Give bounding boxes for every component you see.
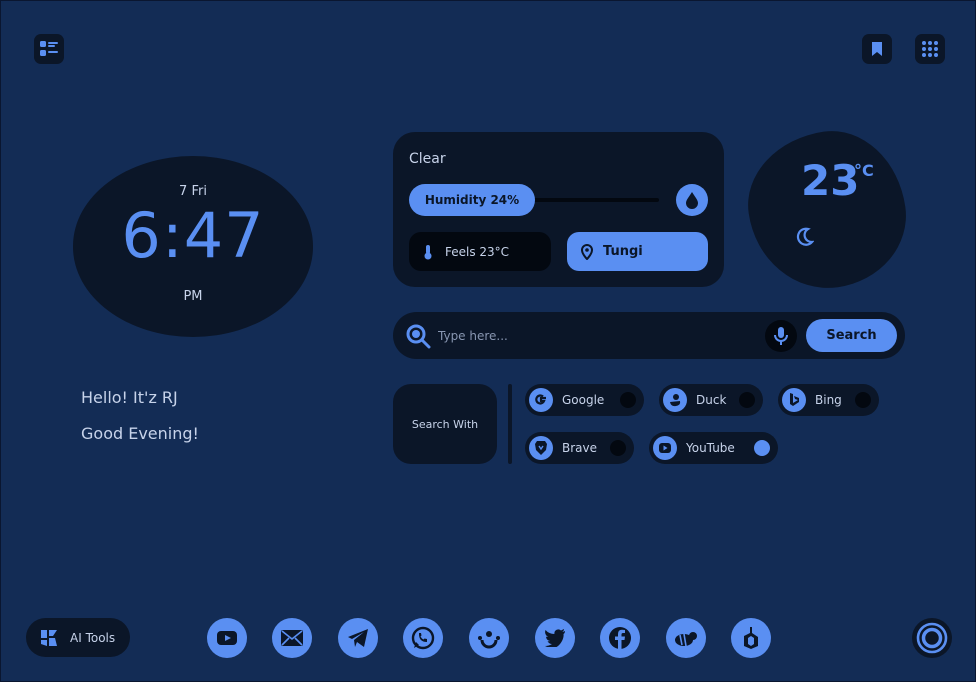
assistant-button[interactable] [912,618,952,658]
mail-icon[interactable] [272,618,312,658]
engine-radio-selected[interactable] [754,440,770,456]
water-drop-icon [676,184,708,216]
engine-label: Bing [815,393,842,407]
engine-radio[interactable] [739,392,755,408]
todo-list-icon[interactable] [34,34,64,64]
duck-icon [663,388,687,412]
humidity-track [533,198,659,202]
smile-icon[interactable] [469,618,509,658]
google-icon [529,388,553,412]
engine-radio[interactable] [620,392,636,408]
youtube-icon[interactable] [207,618,247,658]
facebook-icon[interactable] [600,618,640,658]
engine-radio[interactable] [855,392,871,408]
engine-label: Google [562,393,605,407]
bee-icon[interactable] [666,618,706,658]
search-button[interactable]: Search [806,319,897,352]
engine-label: Duck [696,393,727,407]
location-name: Tungi [603,244,643,259]
clock-time: 6:47 [121,199,265,272]
telegram-icon[interactable] [338,618,378,658]
bolt-icon[interactable] [731,618,771,658]
moon-icon [796,227,815,251]
location-pin-icon [581,243,593,260]
ai-tools-icon [38,627,60,649]
search-icon [405,323,431,349]
greeting-name: Hello! It'z RJ [81,388,178,407]
divider [508,384,512,464]
clock-widget: 7 Fri 6:47 PM [73,156,313,337]
thermometer-icon [423,244,433,260]
search-with-label: Search With [393,384,497,464]
engine-option-duck[interactable]: Duck [659,384,763,416]
ai-tools-label: AI Tools [70,630,116,645]
location-chip[interactable]: Tungi [567,232,708,271]
clock-date: 7 Fri [179,184,207,199]
twitter-icon[interactable] [535,618,575,658]
youtube-icon [653,436,677,460]
bookmark-icon[interactable] [862,34,892,64]
whatsapp-icon[interactable] [403,618,443,658]
engine-label: Brave [562,441,598,455]
engine-radio[interactable] [610,440,626,456]
search-input[interactable] [438,324,758,348]
engine-option-youtube[interactable]: YouTube [649,432,778,464]
engine-label: YouTube [686,441,735,455]
apps-grid-icon[interactable] [915,34,945,64]
bing-icon [782,388,806,412]
weather-condition: Clear [409,151,446,167]
search-bar: Search [393,312,905,359]
weather-card: Clear Humidity 24% Feels 23°C Tungi [393,132,724,287]
engine-option-bing[interactable]: Bing [778,384,879,416]
humidity-bar: Humidity 24% [409,184,535,216]
engine-option-google[interactable]: Google [525,384,644,416]
feels-like-text: Feels 23°C [445,244,510,259]
temperature-widget [738,121,916,299]
greeting-time: Good Evening! [81,424,199,443]
temperature-value: 23 [801,156,860,205]
clock-ampm: PM [183,289,203,304]
feels-like-chip: Feels 23°C [409,232,551,271]
brave-icon [529,436,553,460]
microphone-icon[interactable] [765,320,797,352]
ai-tools-button[interactable]: AI Tools [26,618,130,657]
temperature-unit: °C [854,161,874,180]
engine-option-brave[interactable]: Brave [525,432,634,464]
